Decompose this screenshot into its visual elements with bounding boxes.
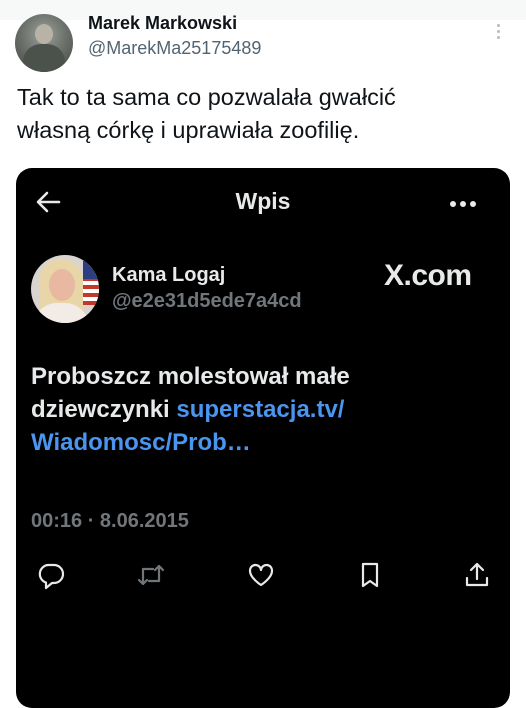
tweet-text: Tak to ta sama co pozwalała gwałcić włas…: [17, 81, 507, 147]
more-horizontal-icon[interactable]: [450, 194, 484, 208]
tweet-text-line: Tak to ta sama co pozwalała gwałcić: [17, 84, 396, 110]
more-vertical-icon[interactable]: [492, 24, 504, 44]
xcom-watermark: X.com: [384, 259, 472, 292]
quoted-link-continued[interactable]: Wiadomosc/Prob…: [31, 426, 491, 459]
top-band: [0, 0, 526, 20]
quoted-tweet-text: Proboszcz molestował małe dziewczynki su…: [31, 360, 491, 459]
author-name[interactable]: Marek Markowski: [88, 13, 237, 34]
bookmark-icon[interactable]: [355, 560, 385, 590]
author-handle[interactable]: @MarekMa25175489: [88, 38, 261, 59]
share-icon[interactable]: [462, 560, 492, 590]
embedded-screenshot: Wpis Kama Logaj @e2e31d5ede7a4cd X.com P…: [16, 168, 510, 708]
embed-header-title: Wpis: [235, 188, 291, 214]
quoted-text-plain: dziewczynki: [31, 396, 177, 423]
quoted-author-handle[interactable]: @e2e31d5ede7a4cd: [112, 290, 302, 313]
reply-icon[interactable]: [36, 560, 66, 590]
quoted-avatar[interactable]: [31, 255, 99, 323]
quoted-link[interactable]: superstacja.tv/: [176, 396, 344, 423]
retweet-icon[interactable]: [136, 560, 166, 590]
quoted-author-name[interactable]: Kama Logaj: [112, 264, 225, 287]
quoted-text-line: Proboszcz molestował małe: [31, 363, 350, 390]
heart-icon[interactable]: [246, 560, 276, 590]
tweet-text-line: własną córkę i uprawiała zoofilię.: [17, 117, 360, 143]
author-avatar[interactable]: [15, 14, 73, 72]
quoted-timestamp[interactable]: 00:16 · 8.06.2015: [31, 510, 189, 533]
